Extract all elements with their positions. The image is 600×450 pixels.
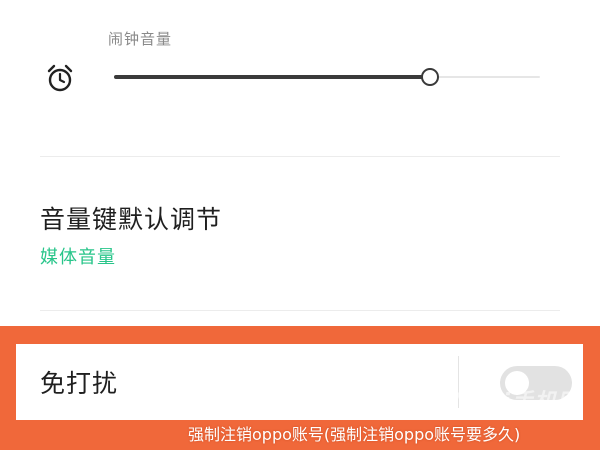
slider-thumb[interactable] [421, 68, 440, 86]
caption-text: 强制注销oppo账号(强制注销oppo账号要多久) [188, 425, 521, 444]
alarm-volume-label: 闹钟音量 [108, 30, 173, 48]
volume-key-default-title: 音量键默认调节 [40, 205, 223, 234]
volume-key-default-value: 媒体音量 [40, 247, 116, 268]
settings-page: 闹钟音量 音量键默认调节 媒体音量 免打扰 MiNi手机网 强制注销oppo账号… [0, 0, 600, 450]
alarm-volume-slider[interactable] [114, 66, 540, 90]
alarm-clock-icon [47, 64, 73, 92]
section-divider [40, 310, 560, 311]
watermark: MiNi手机网 [451, 390, 580, 415]
section-divider [40, 156, 560, 157]
do-not-disturb-label: 免打扰 [40, 369, 119, 398]
slider-fill [114, 75, 430, 79]
